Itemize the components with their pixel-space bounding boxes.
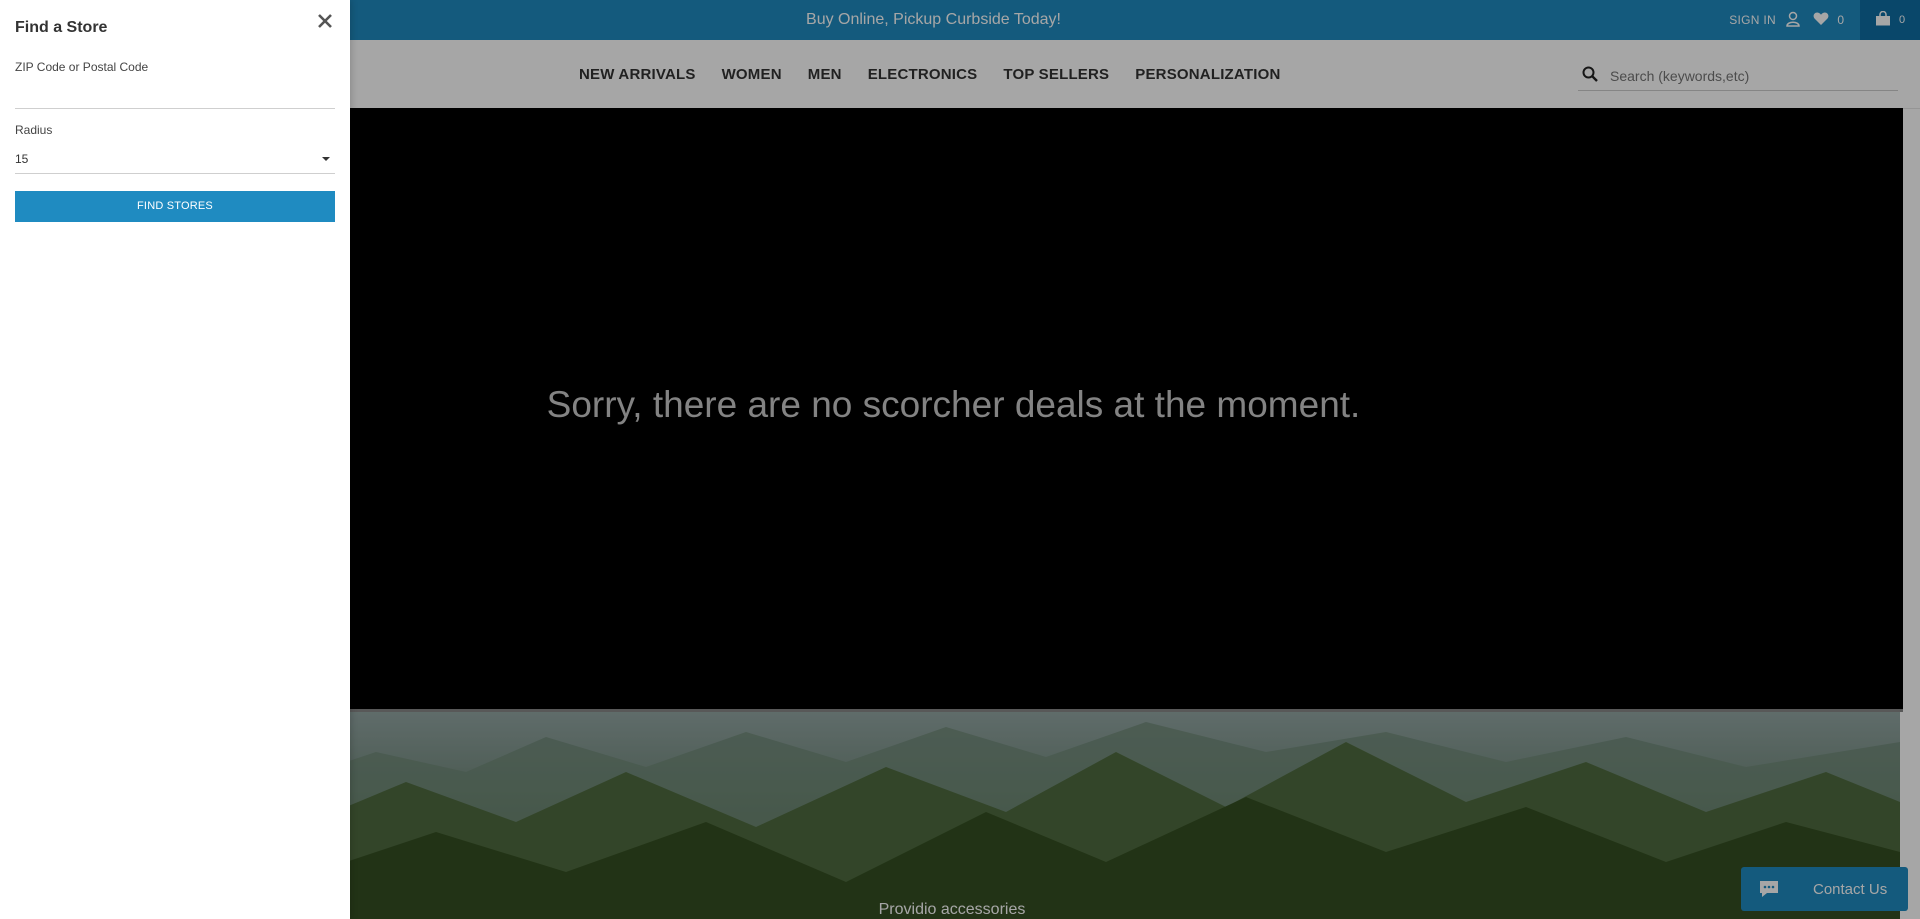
find-stores-button[interactable]: FIND STORES <box>15 191 335 222</box>
find-store-drawer: Find a Store ZIP Code or Postal Code Rad… <box>0 0 350 919</box>
zip-code-input[interactable] <box>15 80 335 109</box>
radius-select[interactable]: 15 <box>15 145 335 174</box>
chevron-down-icon <box>321 145 331 183</box>
drawer-title: Find a Store <box>15 19 108 36</box>
radius-label: Radius <box>15 123 53 137</box>
radius-value: 15 <box>15 152 29 166</box>
close-icon[interactable] <box>313 9 337 33</box>
zip-code-label: ZIP Code or Postal Code <box>15 60 149 74</box>
